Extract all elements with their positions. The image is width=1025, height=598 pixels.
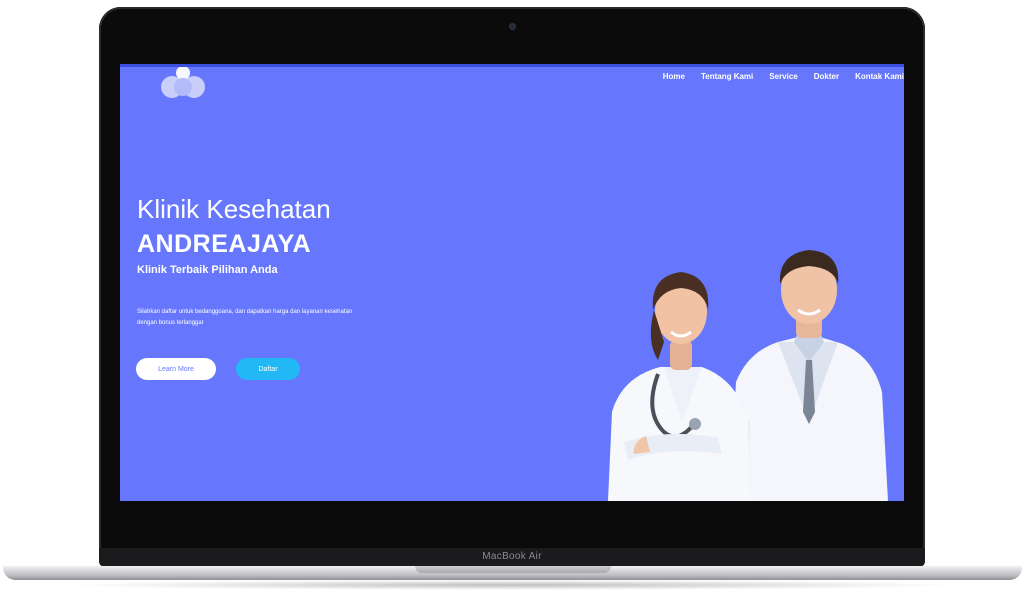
nav-service[interactable]: Service <box>769 72 797 81</box>
hero-subtitle: Klinik Terbaik Pilihan Anda <box>137 264 278 276</box>
webcam-icon <box>509 23 516 30</box>
hero-clinic-name: ANDREAJAYA <box>137 230 312 258</box>
hero-description: Silahkan daftar untuk bedanggoana, dan d… <box>137 309 353 326</box>
nav-home[interactable]: Home <box>663 72 685 81</box>
top-accent-bar <box>120 64 904 67</box>
doctors-hero-image <box>608 250 888 501</box>
male-doctor-figure <box>730 250 888 501</box>
hero-title: Klinik Kesehatan <box>137 194 331 224</box>
nav-dokter[interactable]: Dokter <box>814 72 839 81</box>
laptop-mockup: Home Tentang Kami Service Dokter Kontak … <box>0 0 1025 598</box>
clinic-logo-icon[interactable] <box>156 67 210 101</box>
main-nav: Home Tentang Kami Service Dokter Kontak … <box>647 72 904 81</box>
learn-more-button[interactable]: Learn More <box>136 358 216 380</box>
nav-kontak-kami[interactable]: Kontak Kami <box>855 72 904 81</box>
laptop-brand-label: MacBook Air <box>482 551 542 562</box>
nav-tentang-kami[interactable]: Tentang Kami <box>701 72 753 81</box>
website-screen: Home Tentang Kami Service Dokter Kontak … <box>120 64 904 501</box>
laptop-shadow <box>60 580 965 590</box>
daftar-button[interactable]: Daftar <box>236 358 300 380</box>
laptop-hinge-notch <box>415 566 611 573</box>
female-doctor-figure <box>608 272 750 501</box>
